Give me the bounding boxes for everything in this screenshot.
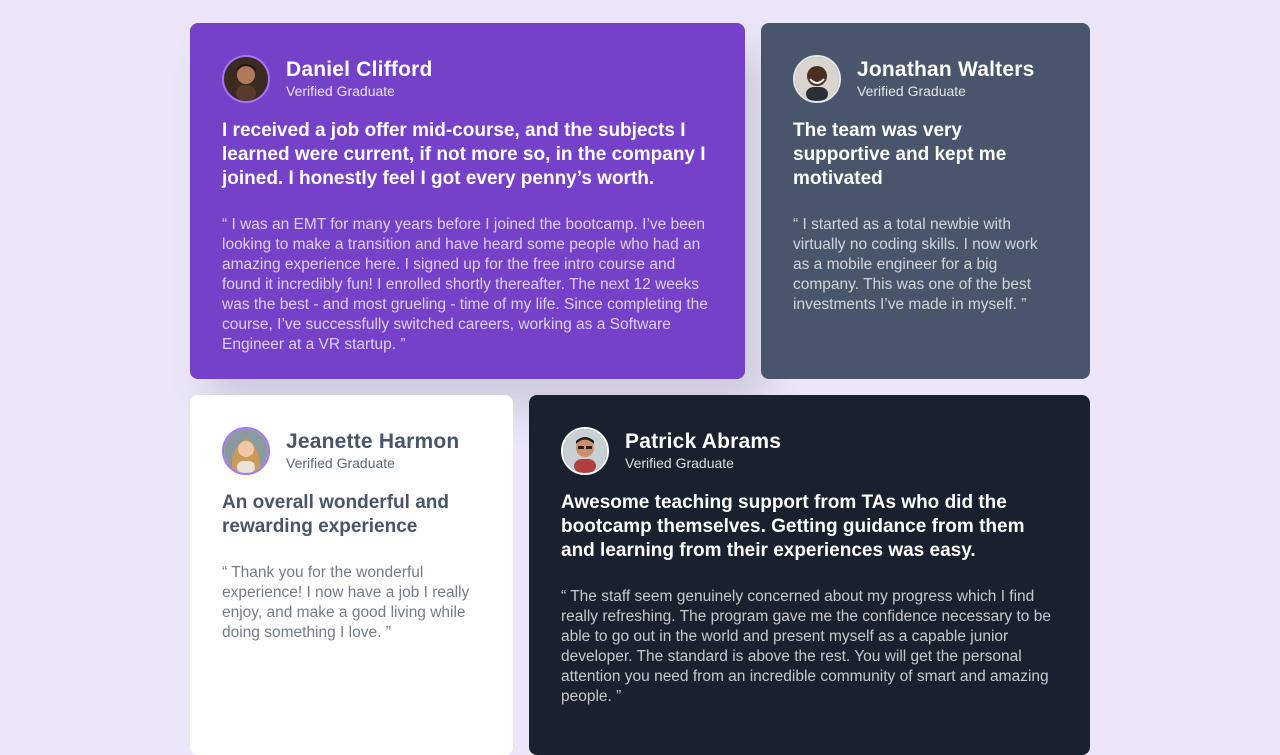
author-info: Patrick Abrams Verified Graduate (625, 430, 781, 472)
card-header: Jeanette Harmon Verified Graduate (222, 427, 481, 475)
avatar (793, 55, 841, 103)
testimonial-headline: Awesome teaching support from TAs who di… (561, 492, 1025, 561)
author-role: Verified Graduate (625, 455, 734, 471)
author-name: Daniel Clifford (286, 58, 433, 81)
avatar (222, 427, 270, 475)
testimonial-headline: The team was very supportive and kept me… (793, 120, 1007, 189)
author-name: Jeanette Harmon (286, 430, 460, 453)
author-info: Jonathan Walters Verified Graduate (857, 58, 1034, 100)
author-info: Jeanette Harmon Verified Graduate (286, 430, 459, 472)
card-header: Daniel Clifford Verified Graduate (222, 55, 713, 103)
testimonial-headline: An overall wonderful and rewarding exper… (222, 492, 449, 537)
testimonial-quote: “ The staff seem genuinely concerned abo… (561, 588, 1051, 705)
author-role: Verified Graduate (286, 455, 395, 471)
testimonial-card-patrick-abrams: Patrick Abrams Verified Graduate Awesome… (529, 395, 1090, 755)
avatar (222, 55, 270, 103)
testimonial-card-jonathan-walters: Jonathan Walters Verified Graduate The t… (761, 23, 1090, 379)
card-header: Patrick Abrams Verified Graduate (561, 427, 1058, 475)
testimonial-quote: “ Thank you for the wonderful experience… (222, 564, 470, 641)
testimonial-quote: “ I started as a total newbie with virtu… (793, 216, 1038, 313)
author-name: Patrick Abrams (625, 430, 782, 453)
author-role: Verified Graduate (286, 83, 395, 99)
author-info: Daniel Clifford Verified Graduate (286, 58, 433, 100)
testimonial-card-daniel-clifford: Daniel Clifford Verified Graduate I rece… (190, 23, 745, 379)
testimonial-card-jeanette-harmon: Jeanette Harmon Verified Graduate An ove… (190, 395, 513, 755)
author-role: Verified Graduate (857, 83, 966, 99)
testimonial-headline: I received a job offer mid-course, and t… (222, 120, 706, 189)
card-header: Jonathan Walters Verified Graduate (793, 55, 1058, 103)
avatar (561, 427, 609, 475)
author-name: Jonathan Walters (857, 58, 1035, 81)
testimonial-quote: “ I was an EMT for many years before I j… (222, 216, 708, 353)
